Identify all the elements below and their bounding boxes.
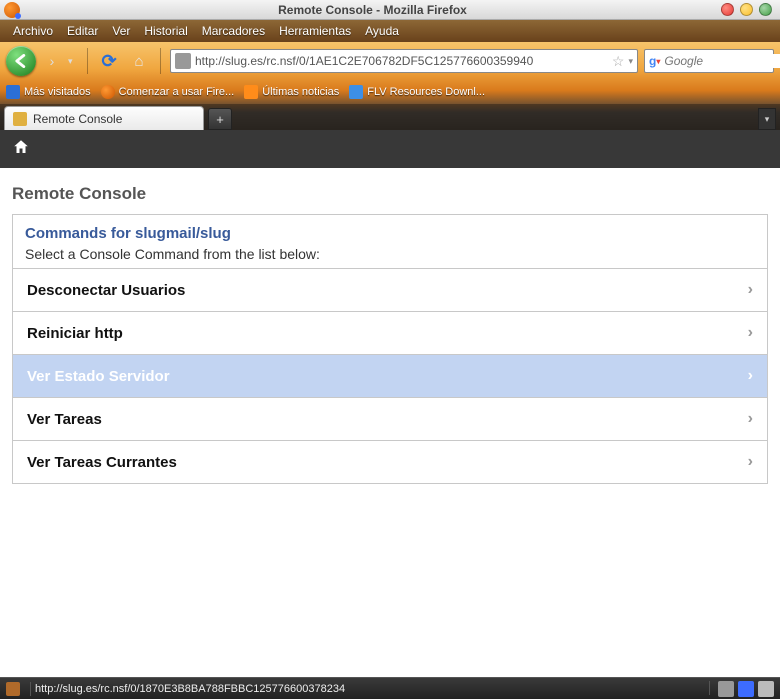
bookmark-label: Últimas noticias [262, 86, 339, 98]
status-mail-icon[interactable] [738, 681, 754, 697]
command-label: Ver Tareas Currantes [27, 454, 177, 471]
site-identity-icon[interactable] [175, 53, 191, 69]
command-label: Reiniciar http [27, 325, 123, 342]
search-input[interactable] [664, 54, 780, 68]
tab-strip: Remote Console + ▾ [0, 104, 780, 130]
app-header [0, 130, 780, 168]
rss-icon [244, 85, 258, 99]
command-item[interactable]: Reiniciar http › [13, 312, 767, 355]
document-icon [349, 85, 363, 99]
bookmark-label: Comenzar a usar Fire... [119, 86, 235, 98]
nav-history-dropdown[interactable]: ▾ [68, 56, 78, 67]
window-minimize-button[interactable] [740, 3, 753, 16]
menu-help[interactable]: Ayuda [358, 22, 406, 40]
back-button[interactable] [6, 46, 36, 76]
menu-history[interactable]: Historial [137, 22, 194, 40]
bookmark-latest-news[interactable]: Últimas noticias [244, 85, 339, 99]
home-button[interactable]: ⌂ [127, 49, 151, 73]
commands-panel: Commands for slugmail/slug Select a Cons… [12, 214, 768, 484]
tabs-list-dropdown[interactable]: ▾ [758, 108, 776, 130]
navigation-toolbar: › ▾ ⟳ ⌂ ☆ ▾ g▾ 🔍 [0, 42, 780, 80]
window-titlebar: Remote Console - Mozilla Firefox [0, 0, 780, 20]
firefox-icon [4, 2, 20, 18]
command-item[interactable]: Desconectar Usuarios › [13, 269, 767, 312]
command-item[interactable]: Ver Tareas Currantes › [13, 441, 767, 483]
status-bar: http://slug.es/rc.nsf/0/1870E3B8BA788FBB… [0, 677, 780, 699]
url-dropdown-icon[interactable]: ▾ [628, 56, 633, 67]
tab-label: Remote Console [33, 112, 122, 126]
forward-button[interactable]: › [42, 51, 62, 71]
chevron-right-icon: › [748, 281, 753, 299]
command-label: Ver Estado Servidor [27, 368, 170, 385]
separator [709, 681, 710, 695]
chevron-right-icon: › [748, 324, 753, 342]
chevron-right-icon: › [748, 410, 753, 428]
tab-active[interactable]: Remote Console [4, 106, 204, 130]
window-controls [721, 3, 772, 16]
folder-icon [6, 85, 20, 99]
menu-bookmarks[interactable]: Marcadores [195, 22, 272, 40]
url-bar[interactable]: ☆ ▾ [170, 49, 638, 73]
bookmarks-toolbar: Más visitados Comenzar a usar Fire... Úl… [0, 80, 780, 104]
home-icon[interactable] [12, 138, 30, 161]
bookmark-most-visited[interactable]: Más visitados [6, 85, 91, 99]
menu-tools[interactable]: Herramientas [272, 22, 358, 40]
separator [160, 48, 161, 74]
chevron-right-icon: › [748, 367, 753, 385]
bookmark-getting-started[interactable]: Comenzar a usar Fire... [101, 85, 235, 99]
status-addon-icon[interactable] [6, 682, 20, 696]
bookmark-star-icon[interactable]: ☆ [612, 53, 625, 70]
panel-subtitle: Select a Console Command from the list b… [25, 246, 755, 262]
menu-edit[interactable]: Editar [60, 22, 105, 40]
menu-bar: Archivo Editar Ver Historial Marcadores … [0, 20, 780, 42]
command-item[interactable]: Ver Tareas › [13, 398, 767, 441]
search-engine-icon[interactable]: g▾ [649, 53, 660, 69]
separator [87, 48, 88, 74]
new-tab-button[interactable]: + [208, 108, 232, 130]
search-bar[interactable]: g▾ 🔍 [644, 49, 774, 73]
window-close-button[interactable] [721, 3, 734, 16]
bookmark-flv[interactable]: FLV Resources Downl... [349, 85, 485, 99]
tab-favicon [13, 112, 27, 126]
firefox-icon [101, 85, 115, 99]
status-page-icon[interactable] [758, 681, 774, 697]
separator [30, 682, 31, 696]
menu-view[interactable]: Ver [105, 22, 137, 40]
command-label: Ver Tareas [27, 411, 102, 428]
page-title: Remote Console [12, 184, 768, 204]
status-text: http://slug.es/rc.nsf/0/1870E3B8BA788FBB… [35, 683, 705, 695]
panel-heading: Commands for slugmail/slug [25, 225, 755, 242]
menu-file[interactable]: Archivo [6, 22, 60, 40]
command-item[interactable]: Ver Estado Servidor › [13, 355, 767, 398]
content-viewport: Remote Console Commands for slugmail/slu… [0, 130, 780, 677]
window-maximize-button[interactable] [759, 3, 772, 16]
url-input[interactable] [195, 54, 612, 68]
status-edit-icon[interactable] [718, 681, 734, 697]
command-label: Desconectar Usuarios [27, 282, 185, 299]
chevron-right-icon: › [748, 453, 753, 471]
bookmark-label: FLV Resources Downl... [367, 86, 485, 98]
bookmark-label: Más visitados [24, 86, 91, 98]
reload-button[interactable]: ⟳ [97, 49, 121, 73]
window-title: Remote Console - Mozilla Firefox [24, 3, 721, 17]
